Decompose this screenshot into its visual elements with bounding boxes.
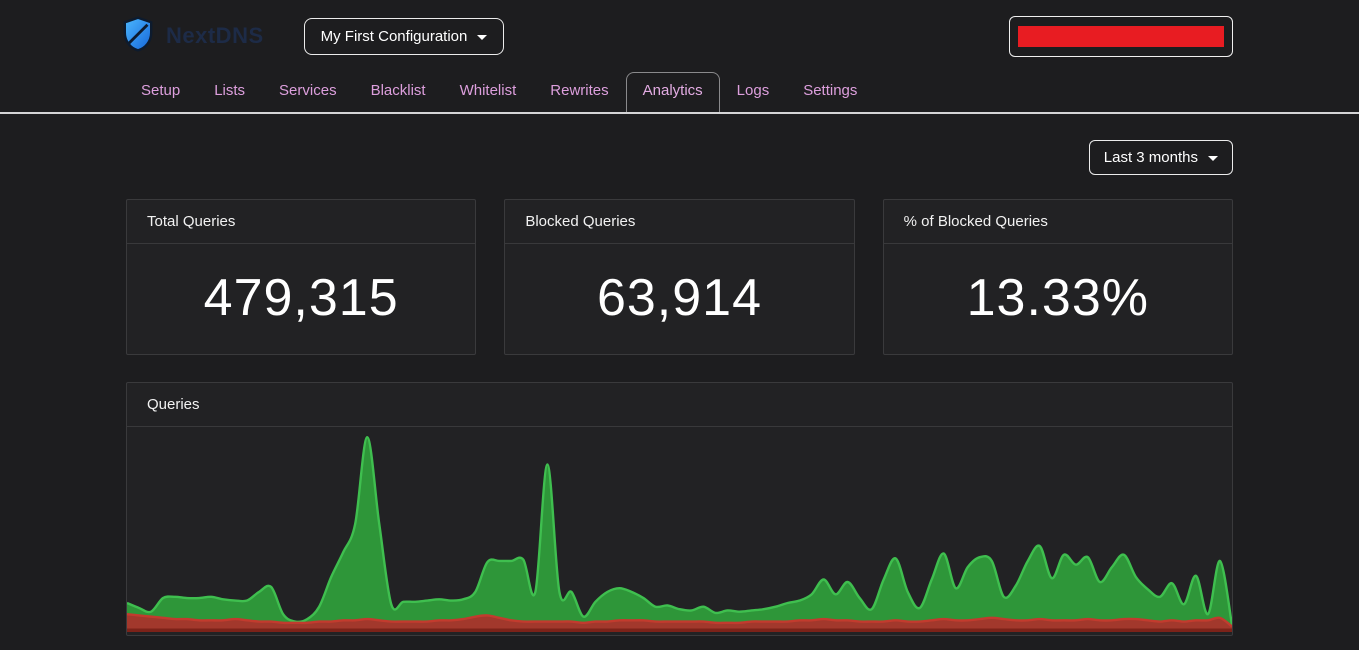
tab-blacklist[interactable]: Blacklist [354, 72, 443, 112]
configuration-dropdown[interactable]: My First Configuration [303, 17, 505, 55]
tab-services[interactable]: Services [262, 72, 354, 112]
blocked-queries-card-title: Blocked Queries [505, 200, 854, 244]
brand[interactable]: NextDNS [120, 16, 264, 57]
header-top-row: NextDNS My First Configuration [0, 0, 1359, 72]
tab-rewrites[interactable]: Rewrites [533, 72, 625, 112]
header-separator-line [0, 112, 1359, 114]
tab-lists[interactable]: Lists [197, 72, 262, 112]
blocked-percent-card-title: % of Blocked Queries [883, 200, 1232, 244]
analytics-page: Last 3 months Total Queries 479,315 Bloc… [0, 140, 1359, 636]
redacted-account-text [1018, 25, 1224, 47]
brand-wordmark: NextDNS [166, 23, 264, 48]
chevron-down-icon [1208, 156, 1218, 161]
period-row: Last 3 months [126, 140, 1233, 175]
queries-chart-title: Queries [127, 383, 1232, 427]
chevron-down-icon [477, 34, 488, 40]
tab-settings[interactable]: Settings [786, 72, 874, 112]
tab-analytics[interactable]: Analytics [625, 72, 720, 112]
blocked-percent-card: % of Blocked Queries 13.33% [882, 199, 1233, 355]
total-queries-value: 479,315 [203, 269, 399, 327]
queries-chart-card: Queries [126, 382, 1233, 636]
blocked-queries-card: Blocked Queries 63,914 [504, 199, 855, 355]
total-queries-card: Total Queries 479,315 [126, 199, 477, 355]
stat-cards-row: Total Queries 479,315 Blocked Queries 63… [126, 199, 1233, 355]
nextdns-shield-icon [120, 16, 156, 57]
period-dropdown[interactable]: Last 3 months [1088, 140, 1233, 175]
tab-logs[interactable]: Logs [720, 72, 787, 112]
queries-chart [127, 435, 1232, 632]
queries-chart-area[interactable] [127, 427, 1232, 635]
main-nav-tabs: Setup Lists Services Blacklist Whitelist… [0, 72, 1359, 112]
total-queries-card-title: Total Queries [127, 200, 476, 244]
account-button[interactable] [1009, 15, 1233, 57]
period-dropdown-label: Last 3 months [1103, 149, 1198, 166]
tab-setup[interactable]: Setup [124, 72, 197, 112]
tab-whitelist[interactable]: Whitelist [443, 72, 534, 112]
configuration-dropdown-label: My First Configuration [320, 27, 468, 45]
blocked-percent-value: 13.33% [966, 269, 1150, 327]
blocked-queries-value: 63,914 [596, 269, 763, 327]
app-header: NextDNS My First Configuration Setup Lis… [0, 0, 1359, 114]
